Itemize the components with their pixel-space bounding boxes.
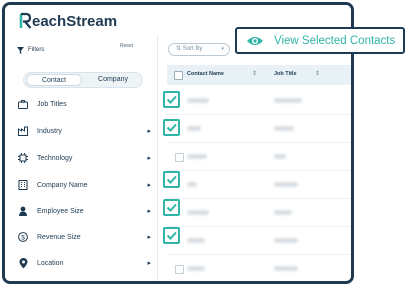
blurred-contact-name [187, 154, 207, 159]
eye-icon [247, 36, 263, 45]
filters-header: Filters [17, 44, 44, 56]
blurred-job-title [274, 238, 298, 243]
blurred-job-title [274, 182, 298, 187]
chevron-right-icon: ▸ [147, 182, 151, 189]
blurred-contact-name [187, 182, 197, 187]
filter-job-titles[interactable]: Job Titles [17, 96, 151, 112]
table-row[interactable] [167, 87, 351, 115]
filter-revenue-size[interactable]: $ Revenue Size ▸ [17, 229, 151, 245]
column-header-contact-name[interactable]: Contact Name [187, 71, 224, 77]
filter-label: Industry [37, 127, 62, 135]
person-icon [17, 205, 29, 217]
blurred-job-title [274, 98, 302, 103]
row-checkbox-checked[interactable] [163, 171, 180, 188]
view-selected-contacts-button[interactable]: View Selected Contacts [235, 27, 405, 54]
table-row[interactable] [167, 199, 351, 227]
view-selected-contacts-label: View Selected Contacts [274, 34, 396, 47]
chip-icon [17, 152, 29, 164]
checkmark-icon [166, 123, 177, 132]
blurred-contact-name [187, 98, 209, 103]
checkmark-icon [166, 231, 177, 240]
filter-icon [17, 46, 24, 54]
filter-technology[interactable]: Technology ▸ [17, 150, 151, 166]
tab-contact[interactable]: Contact [26, 74, 82, 86]
sort-arrows-icon[interactable]: ⇕ [252, 70, 257, 77]
blurred-contact-name [187, 210, 209, 215]
dollar-icon: $ [17, 231, 29, 243]
filter-company-name[interactable]: Company Name ▸ [17, 177, 151, 193]
column-header-job-title[interactable]: Job Title [274, 71, 297, 77]
filter-industry[interactable]: Industry ▸ [17, 123, 151, 139]
factory-icon [17, 125, 29, 137]
filter-label: Job Titles [37, 100, 67, 108]
map-pin-icon [17, 257, 29, 269]
blurred-job-title [274, 126, 294, 131]
sort-arrows-icon[interactable]: ⇕ [315, 70, 320, 77]
table-row[interactable] [167, 143, 351, 171]
reachstream-logo-icon [19, 12, 32, 29]
filters-title: Filters [28, 47, 45, 53]
chevron-right-icon: ▸ [147, 234, 151, 241]
filter-location[interactable]: Location ▸ [17, 255, 151, 271]
logo: eachStream [19, 12, 117, 30]
contact-company-toggle: Contact Company [23, 72, 143, 88]
sort-by-dropdown[interactable]: ⇅ Sort By ▾ [168, 43, 230, 56]
checkmark-icon [166, 203, 177, 212]
row-checkbox-checked[interactable] [163, 227, 180, 244]
row-checkbox[interactable] [175, 265, 184, 274]
table-header: Contact Name ⇕ Job Title ⇕ [167, 65, 351, 85]
blurred-job-title [274, 154, 286, 159]
filter-sidebar: Filters Reset Contact Company Job Titles… [5, 35, 158, 281]
filter-label: Location [37, 259, 64, 267]
reset-link[interactable]: Reset [120, 43, 133, 49]
chevron-right-icon: ▸ [147, 208, 151, 215]
briefcase-icon [17, 98, 29, 110]
checkmark-icon [166, 95, 177, 104]
filter-label: Technology [37, 154, 73, 162]
tab-company[interactable]: Company [84, 74, 142, 86]
select-all-checkbox[interactable] [174, 71, 183, 80]
filter-label: Company Name [37, 181, 88, 189]
row-checkbox[interactable] [175, 153, 184, 162]
table-row[interactable] [167, 255, 351, 281]
table-row[interactable] [167, 171, 351, 199]
row-checkbox-checked[interactable] [163, 91, 180, 108]
blurred-job-title [274, 210, 292, 215]
logo-text: eachStream [32, 12, 118, 30]
blurred-contact-name [187, 266, 205, 271]
table-row[interactable] [167, 227, 351, 255]
chevron-right-icon: ▸ [147, 260, 151, 267]
filter-employee-size[interactable]: Employee Size ▸ [17, 203, 151, 219]
filter-label: Employee Size [37, 207, 84, 215]
checkmark-icon [166, 175, 177, 184]
results-panel: ⇅ Sort By ▾ Contact Name ⇕ Job Title ⇕ [158, 35, 351, 281]
sort-by-label: Sort By [182, 46, 203, 52]
blurred-job-title [274, 266, 298, 271]
blurred-contact-name [187, 238, 205, 243]
building-icon [17, 179, 29, 191]
table-row[interactable] [167, 115, 351, 143]
svg-text:$: $ [21, 234, 25, 241]
filter-label: Revenue Size [37, 233, 81, 241]
blurred-contact-name [187, 126, 201, 131]
chevron-down-icon: ▾ [221, 46, 224, 52]
chevron-right-icon: ▸ [147, 155, 151, 162]
chevron-right-icon: ▸ [147, 128, 151, 135]
row-checkbox-checked[interactable] [163, 199, 180, 216]
row-checkbox-checked[interactable] [163, 119, 180, 136]
sort-icon: ⇅ [176, 46, 183, 52]
